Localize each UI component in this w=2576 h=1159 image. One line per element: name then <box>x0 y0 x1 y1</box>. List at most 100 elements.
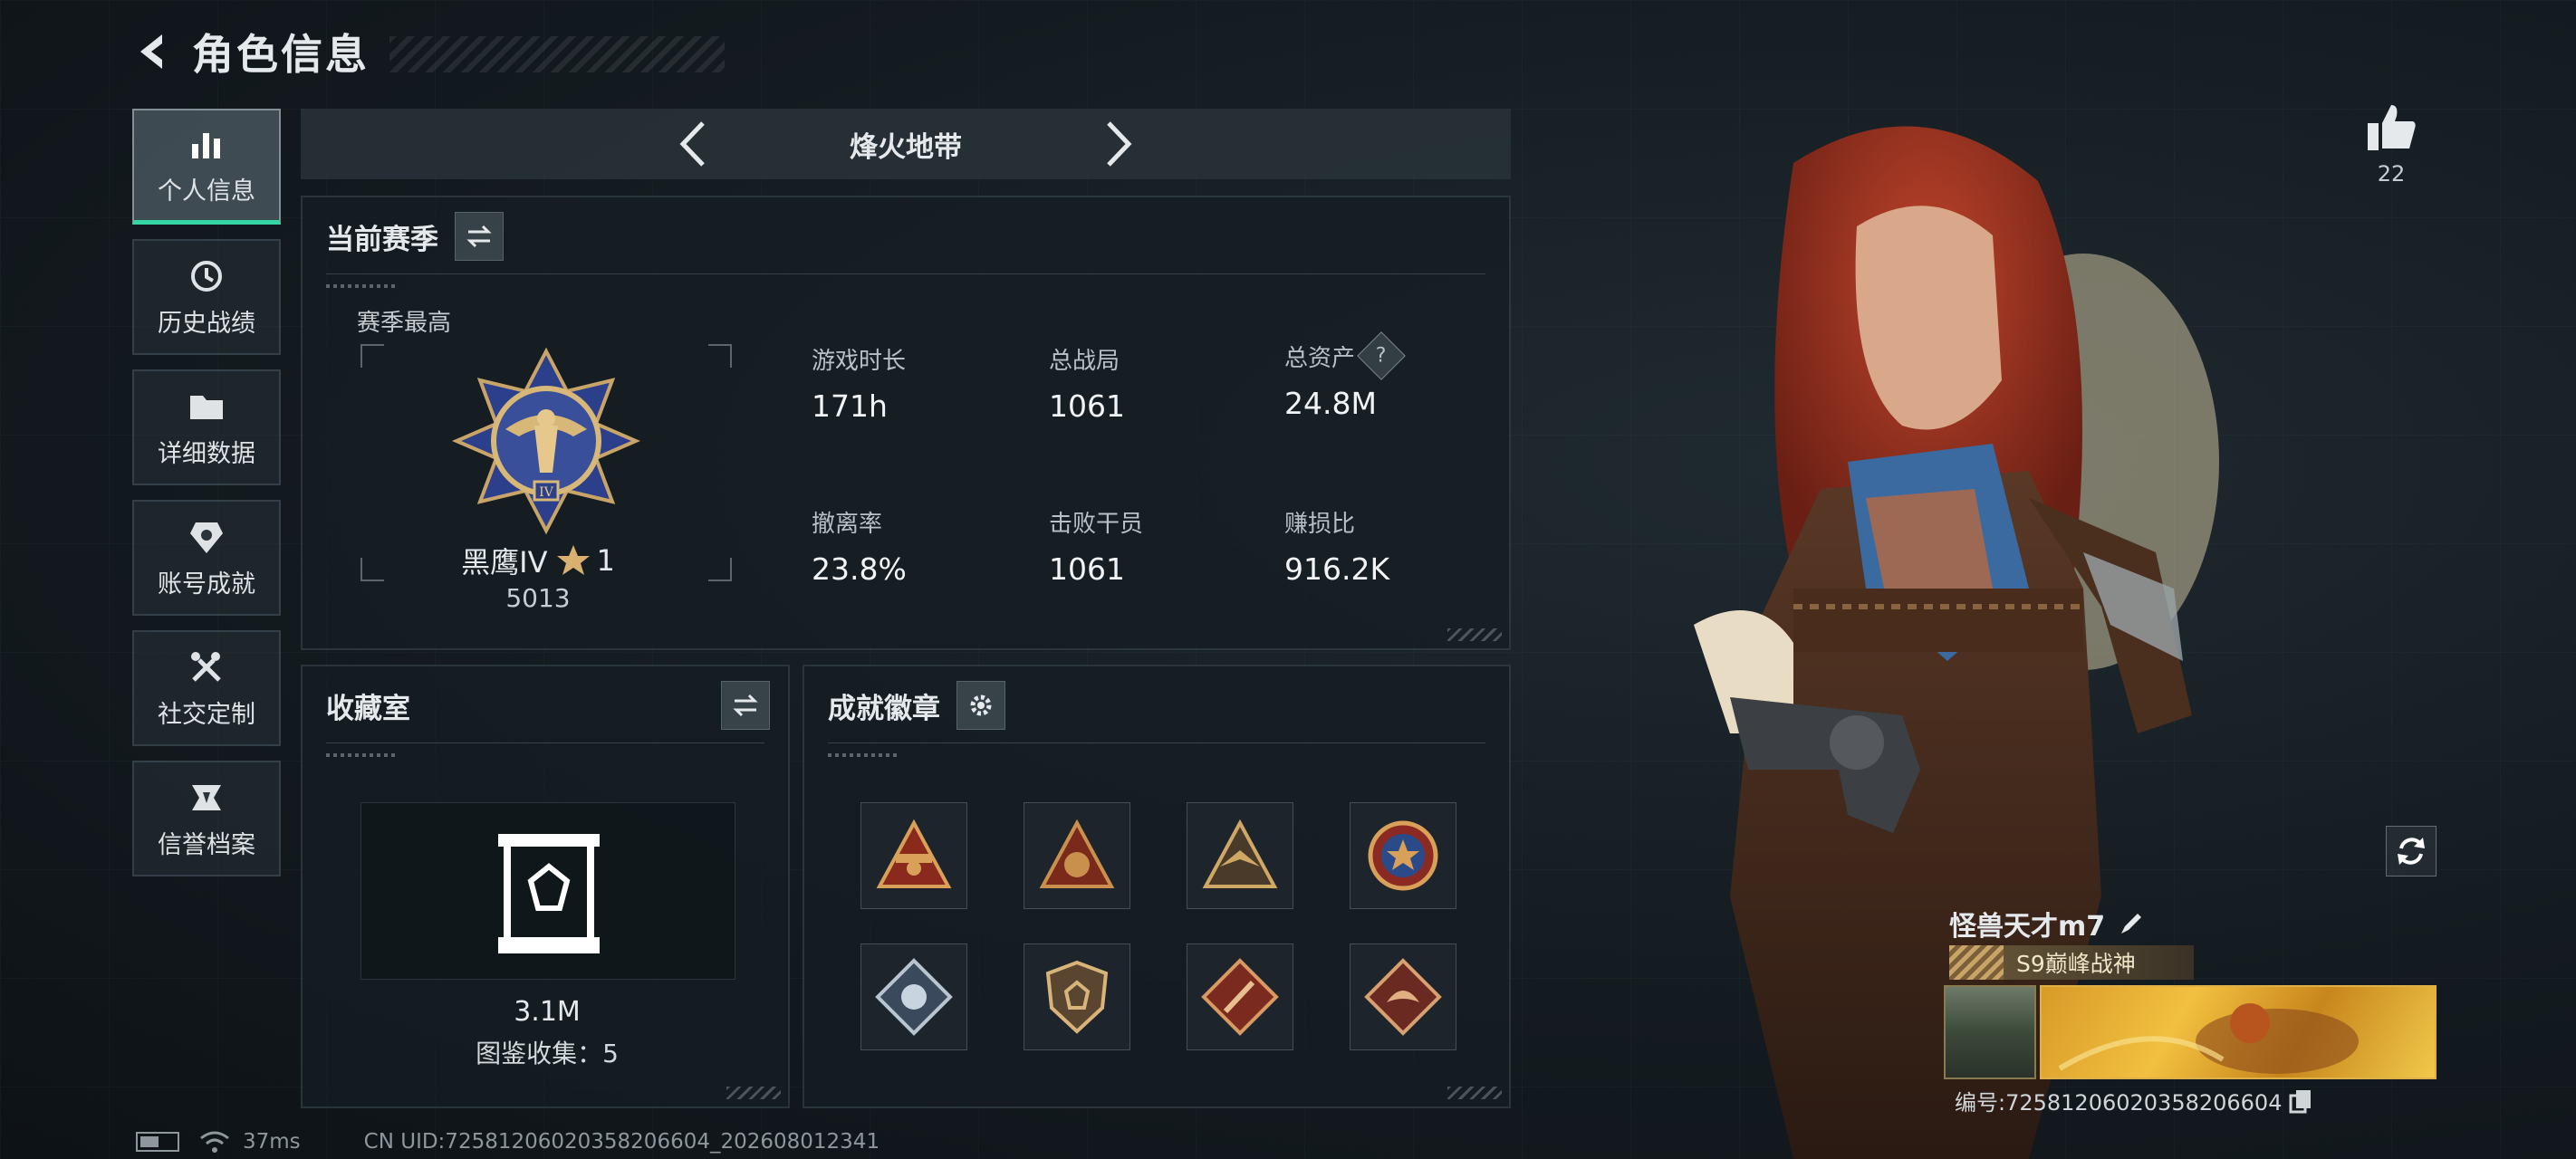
mode-prev-button[interactable] <box>666 117 720 171</box>
divider <box>828 742 1485 743</box>
star-medal-badge-icon <box>1368 820 1438 891</box>
swap-icon <box>733 694 758 717</box>
triangle-crest-badge-icon <box>876 819 952 888</box>
gear-icon <box>970 694 992 716</box>
star-icon <box>557 545 591 575</box>
rotate-model-button[interactable] <box>2386 826 2437 876</box>
bar-chart-icon <box>192 133 220 158</box>
collection-panel: 收藏室 3.1M 图鉴收集：5 <box>301 665 790 1108</box>
side-nav: 个人信息 历史战绩 详细数据 账号成就 社交定制 信誉档案 <box>132 109 283 891</box>
badge-grid <box>860 802 1456 1050</box>
nav-label: 信誉档案 <box>158 830 255 859</box>
collection-title: 收藏室 <box>326 692 410 725</box>
season-switch-button[interactable] <box>455 212 504 261</box>
badge-panel: 成就徽章 <box>803 665 1511 1108</box>
mode-next-button[interactable] <box>1091 117 1146 171</box>
rank-score: 5013 <box>505 583 571 613</box>
vault-preview[interactable] <box>360 802 735 980</box>
nav-label: 历史战绩 <box>158 309 255 338</box>
badge-settings-button[interactable] <box>956 681 1005 730</box>
badge-item[interactable] <box>1350 943 1456 1050</box>
page-title: 角色信息 <box>192 30 370 79</box>
diamond-gem-badge-icon <box>875 958 953 1036</box>
title-decoration <box>389 36 725 72</box>
rank-name: 黑鹰IV <box>461 545 548 580</box>
rank-emblem-icon: IV <box>451 347 641 535</box>
like-button[interactable]: 22 <box>2355 101 2427 187</box>
divider-decoration <box>828 753 900 757</box>
badge-title: 成就徽章 <box>828 692 940 725</box>
collection-switch-button[interactable] <box>721 681 770 730</box>
badge-item[interactable] <box>860 802 967 909</box>
stat-kills: 击败干员 1061 <box>1049 511 1144 587</box>
triangle-eagle-badge-icon <box>1202 819 1278 888</box>
stat-play-time: 游戏时长 171h <box>812 348 907 424</box>
badge-item[interactable] <box>860 943 967 1050</box>
copy-icon[interactable] <box>2289 1088 2312 1114</box>
back-icon[interactable] <box>127 24 181 79</box>
uid-text: CN UID:7258120602035820​6604_20260801234… <box>363 1130 880 1154</box>
avatar[interactable] <box>1944 985 2036 1079</box>
tools-icon <box>191 651 221 682</box>
divider-decoration <box>326 284 399 288</box>
achievement-icon <box>190 522 223 553</box>
nav-label: 账号成就 <box>158 570 255 599</box>
player-title: S9巅峰战神 <box>2016 951 2136 977</box>
collection-count: 图鉴收集：5 <box>476 1039 619 1068</box>
nav-item-history[interactable]: 历史战绩 <box>132 239 281 355</box>
player-title-badge: S9巅峰战神 <box>1949 945 2194 980</box>
nav-item-credit[interactable]: 信誉档案 <box>132 761 281 876</box>
thumbs-up-icon <box>2368 105 2416 150</box>
mode-selector: 烽火地带 <box>301 109 1511 179</box>
player-name-row: 怪兽天才m7 <box>1949 904 2145 943</box>
stat-extract-rate: 撤离率 23.8% <box>812 511 907 587</box>
svg-text:IV: IV <box>539 485 554 500</box>
swap-icon <box>466 225 492 248</box>
badge-item[interactable] <box>1350 802 1456 909</box>
nav-label: 个人信息 <box>158 177 255 206</box>
stat-profit-ratio: 赚损比 916.2K <box>1284 511 1390 587</box>
stat-total-assets: 总资产? 24.8M <box>1284 331 1406 421</box>
credit-icon <box>192 784 221 810</box>
name-card[interactable] <box>2040 985 2437 1079</box>
season-panel: 当前赛季 赛季最高 IV 黑鹰IV 1 5013 游戏时长 171h 总战局 1 <box>301 196 1511 650</box>
nav-item-details[interactable]: 详细数据 <box>132 369 281 485</box>
divider-decoration <box>326 753 399 757</box>
header: 角色信息 <box>127 20 725 83</box>
refresh-icon <box>2398 838 2425 865</box>
edit-icon[interactable] <box>2118 910 2145 937</box>
shield-badge-icon <box>1045 960 1109 1034</box>
folder-icon <box>190 395 223 419</box>
help-icon[interactable]: ? <box>1357 331 1406 380</box>
history-icon <box>191 260 222 292</box>
nav-item-social[interactable]: 社交定制 <box>132 630 281 746</box>
ping-text: 37ms <box>243 1130 301 1154</box>
season-best-label: 赛季最高 <box>357 310 452 337</box>
chevron-right-icon <box>1107 121 1132 167</box>
divider <box>326 742 764 743</box>
triangle-lion-badge-icon <box>1039 819 1115 888</box>
player-name: 怪兽天才m7 <box>1949 911 2106 943</box>
nav-label: 社交定制 <box>158 700 255 729</box>
vault-display-icon <box>498 834 600 953</box>
mode-title: 烽火地带 <box>850 130 962 164</box>
season-title: 当前赛季 <box>326 223 438 256</box>
battery-icon <box>136 1132 179 1152</box>
panel-corner-decoration <box>726 1087 781 1099</box>
diamond-weapon-badge-icon <box>1201 958 1279 1036</box>
collection-value: 3.1M <box>514 996 581 1028</box>
panel-corner-decoration <box>1447 1087 1502 1099</box>
diamond-dragon-badge-icon <box>1364 958 1442 1036</box>
wifi-icon <box>200 1131 229 1153</box>
nav-item-personal[interactable]: 个人信息 <box>132 109 281 225</box>
divider <box>326 273 1485 274</box>
badge-item[interactable] <box>1187 943 1293 1050</box>
badge-item[interactable] <box>1187 802 1293 909</box>
player-banner[interactable] <box>1944 985 2437 1079</box>
badge-item[interactable] <box>1024 802 1130 909</box>
badge-item[interactable] <box>1024 943 1130 1050</box>
status-bar: 37ms CN UID:7258120602035820​6604_202608… <box>136 1130 879 1154</box>
title-badge-decoration <box>1949 945 2004 980</box>
rank-name-row: 黑鹰IV 1 <box>357 540 719 581</box>
nav-item-achievements[interactable]: 账号成就 <box>132 500 281 616</box>
